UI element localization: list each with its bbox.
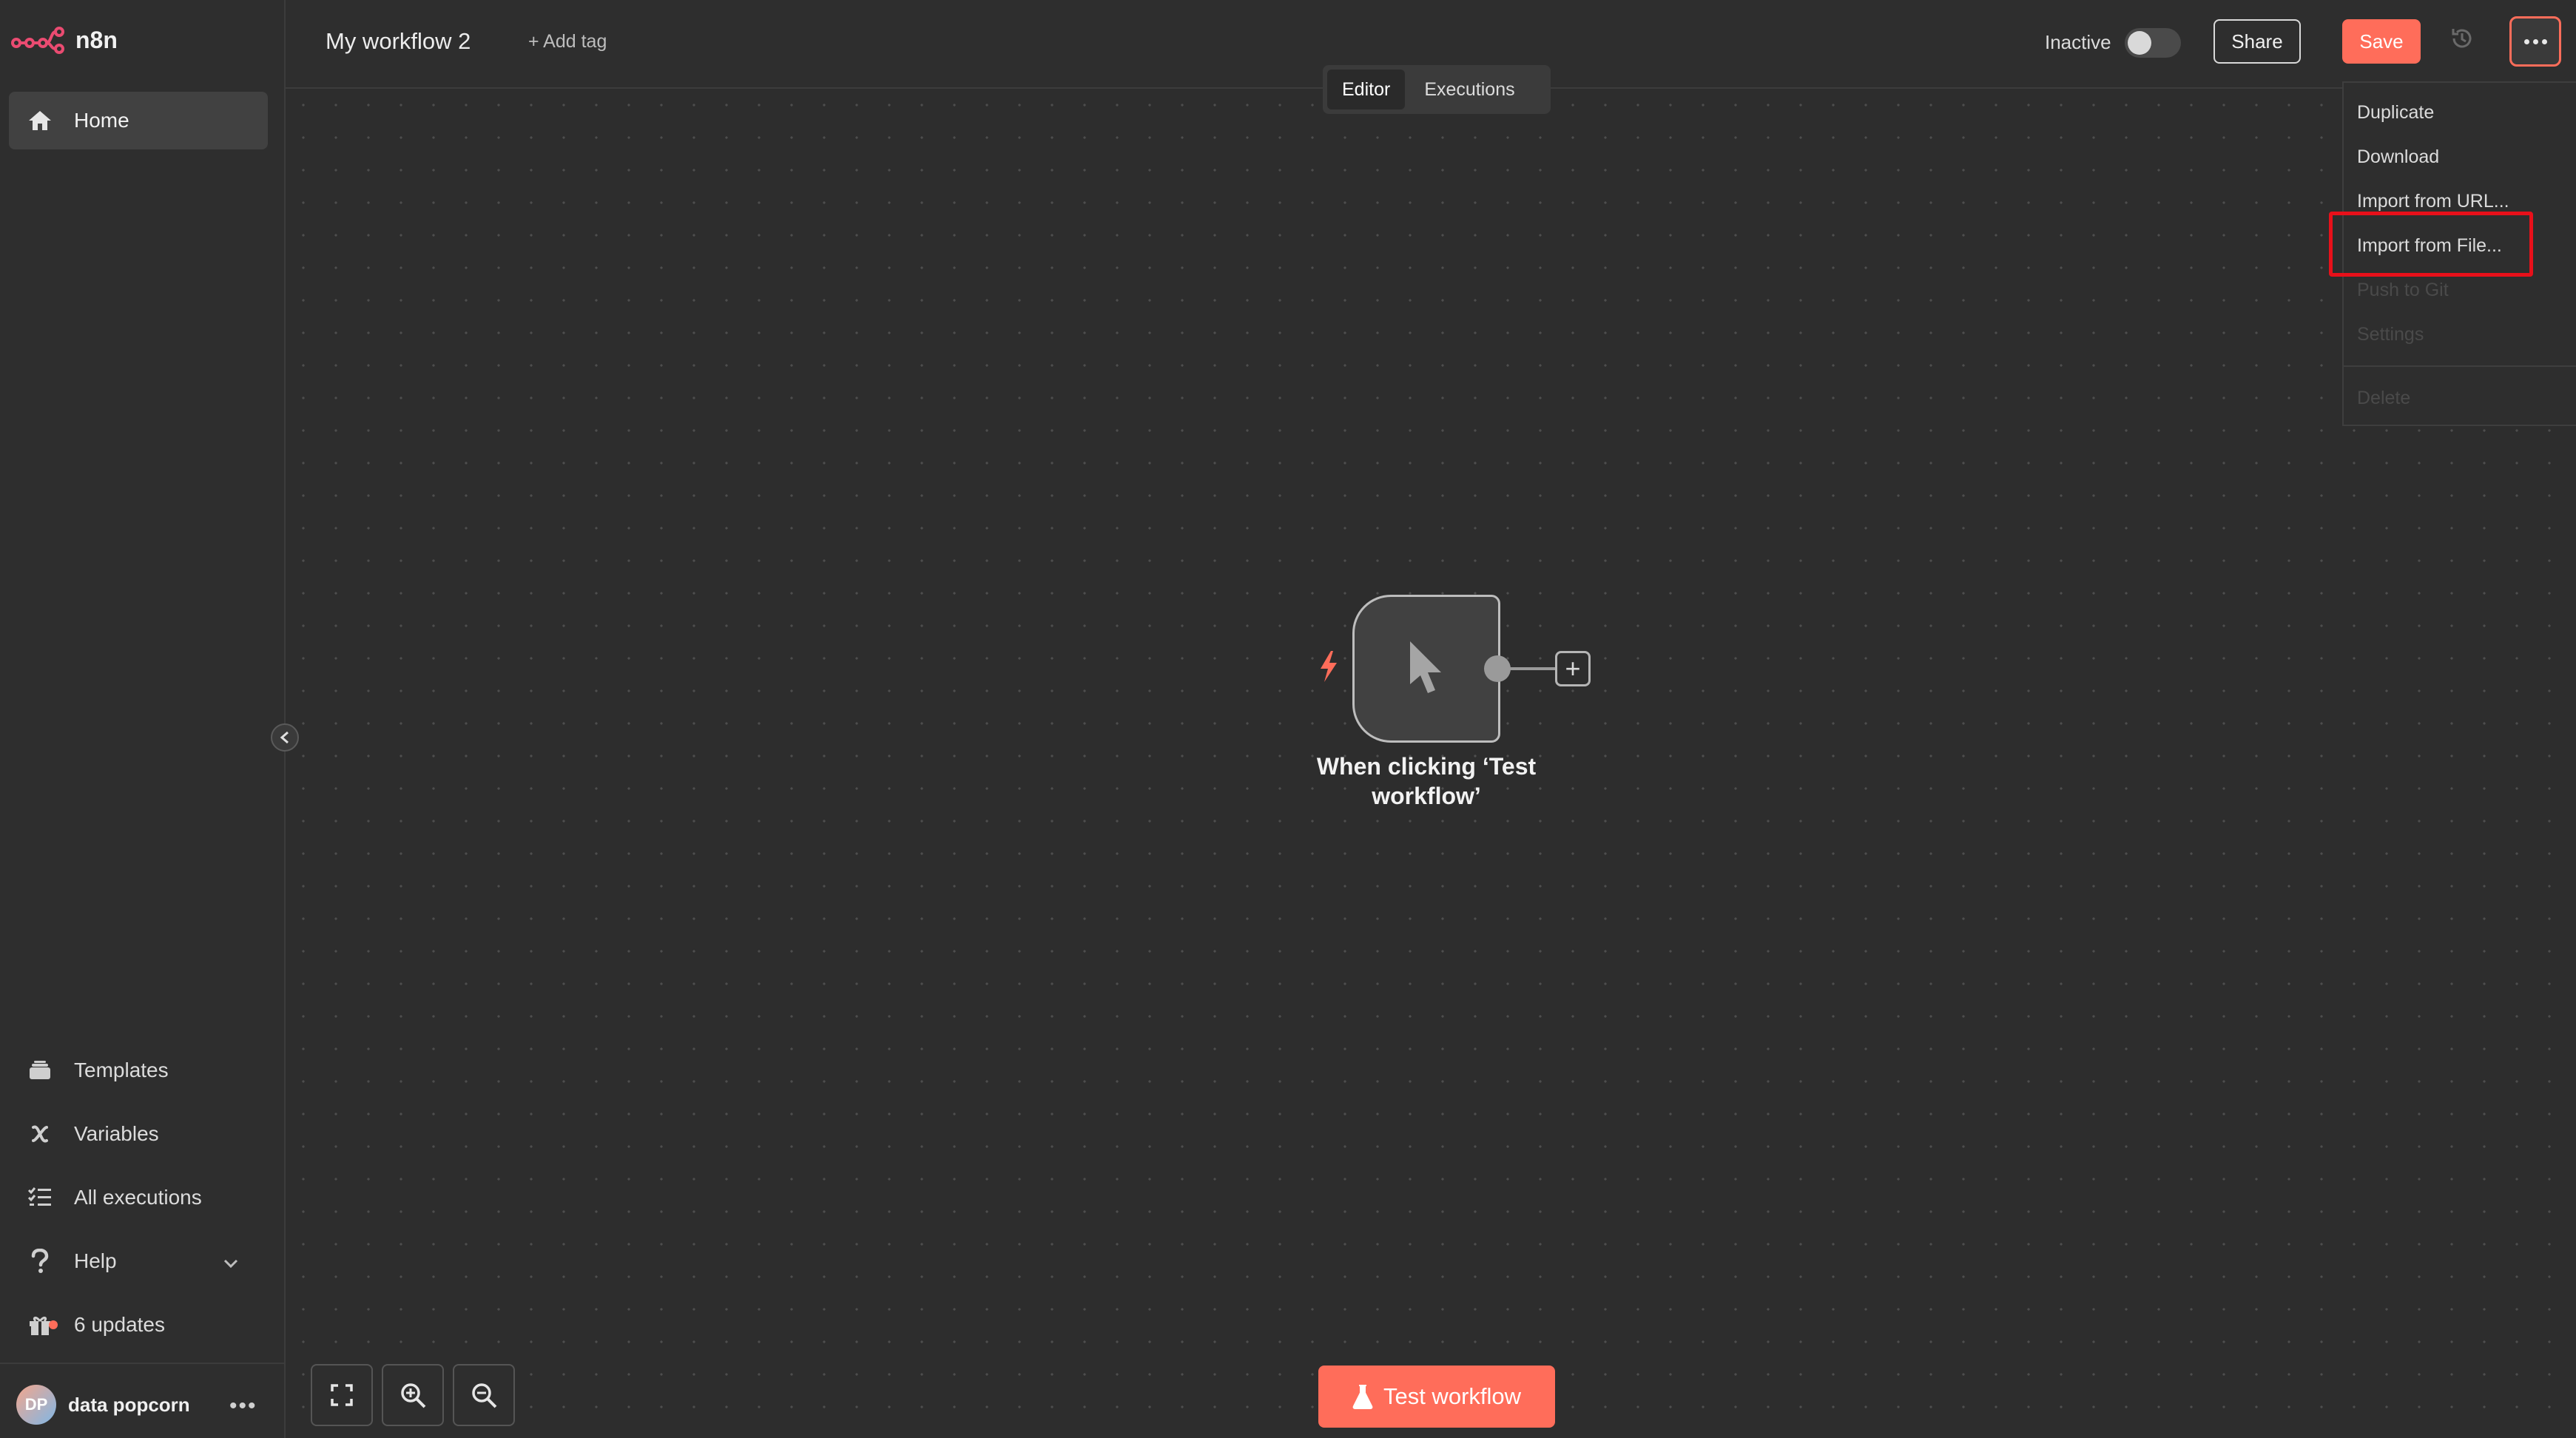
- node-label: When clicking ‘Test workflow’: [1278, 752, 1574, 811]
- menu-divider: [2344, 365, 2576, 367]
- node-label-line: When clicking ‘Test: [1316, 753, 1537, 780]
- zoom-out-icon: [472, 1383, 497, 1408]
- sidebar-item-home[interactable]: Home: [9, 92, 268, 149]
- menu-item-delete: Delete: [2357, 388, 2411, 408]
- highlight-annotation: [2329, 212, 2533, 277]
- user-more-icon[interactable]: •••: [229, 1394, 257, 1419]
- active-toggle[interactable]: [2125, 28, 2181, 58]
- menu-item-settings: Settings: [2357, 324, 2424, 345]
- save-button[interactable]: Save: [2342, 19, 2421, 64]
- test-workflow-button[interactable]: Test workflow: [1318, 1366, 1555, 1428]
- cursor-pointer-icon: [1410, 641, 1441, 693]
- chevron-down-icon: [223, 1249, 238, 1273]
- menu-item-push-to-git: Push to Git: [2357, 280, 2449, 300]
- gift-icon: [25, 1310, 58, 1340]
- view-tabs: Editor Executions: [1323, 65, 1551, 114]
- templates-icon: [25, 1056, 55, 1085]
- active-status-label: Inactive: [2045, 31, 2111, 53]
- tab-editor[interactable]: Editor: [1327, 70, 1406, 109]
- node-label-line: workflow’: [1372, 783, 1481, 809]
- zoom-in-icon: [401, 1383, 426, 1408]
- list-check-icon: [25, 1183, 55, 1212]
- tab-executions[interactable]: Executions: [1409, 70, 1529, 109]
- sidebar-item-variables[interactable]: Variables: [9, 1105, 268, 1163]
- zoom-in-button[interactable]: [382, 1364, 444, 1426]
- fit-view-icon: [331, 1384, 353, 1406]
- menu-item-import-from-url[interactable]: Import from URL...: [2357, 191, 2509, 212]
- sidebar-item-label: Help: [74, 1249, 117, 1272]
- toggle-knob: [2128, 31, 2151, 55]
- sidebar-item-label: All executions: [74, 1186, 202, 1209]
- home-icon: [25, 106, 55, 135]
- trigger-bolt-icon: [1317, 649, 1341, 687]
- sidebar-item-templates[interactable]: Templates: [9, 1042, 268, 1099]
- workflow-name[interactable]: My workflow 2: [326, 28, 471, 55]
- sidebar-item-label: Variables: [74, 1122, 159, 1145]
- logo[interactable]: n8n: [10, 25, 118, 55]
- sidebar-item-label: Templates: [74, 1059, 169, 1081]
- user-profile[interactable]: DP data popcorn: [16, 1385, 190, 1425]
- sidebar-item-label: Home: [74, 109, 129, 132]
- variables-icon: [25, 1119, 55, 1149]
- sidebar-divider: [0, 1363, 284, 1364]
- zoom-to-fit-button[interactable]: [311, 1364, 373, 1426]
- question-icon: [25, 1246, 55, 1276]
- collapse-sidebar-button[interactable]: [271, 723, 299, 752]
- chevron-left-icon: [280, 731, 289, 744]
- flask-icon: [1352, 1385, 1373, 1409]
- history-icon[interactable]: [2449, 25, 2475, 55]
- node-output-handle[interactable]: [1484, 655, 1511, 682]
- node-connector-line: [1509, 667, 1555, 670]
- add-tag-button[interactable]: + Add tag: [528, 31, 607, 53]
- notification-dot: [49, 1320, 58, 1329]
- user-name: data popcorn: [68, 1393, 190, 1416]
- zoom-out-button[interactable]: [453, 1364, 515, 1426]
- n8n-logo-icon: [11, 27, 64, 54]
- sidebar-item-help[interactable]: Help: [9, 1232, 268, 1290]
- more-horizontal-icon: [2523, 38, 2547, 44]
- logo-text: n8n: [75, 26, 118, 53]
- sidebar-item-label: 6 updates: [74, 1313, 165, 1336]
- test-workflow-label: Test workflow: [1383, 1383, 1522, 1409]
- sidebar-item-updates[interactable]: 6 updates: [9, 1296, 268, 1354]
- avatar: DP: [16, 1385, 56, 1425]
- add-node-plus-icon[interactable]: +: [1555, 651, 1591, 686]
- menu-item-duplicate[interactable]: Duplicate: [2357, 102, 2434, 124]
- menu-item-download[interactable]: Download: [2357, 146, 2439, 168]
- share-button[interactable]: Share: [2213, 19, 2301, 64]
- sidebar-item-all-executions[interactable]: All executions: [9, 1169, 268, 1226]
- more-options-button[interactable]: [2509, 16, 2561, 67]
- sidebar: n8n Home Templates Variables All executi…: [0, 0, 286, 1438]
- manual-trigger-node[interactable]: [1352, 595, 1500, 743]
